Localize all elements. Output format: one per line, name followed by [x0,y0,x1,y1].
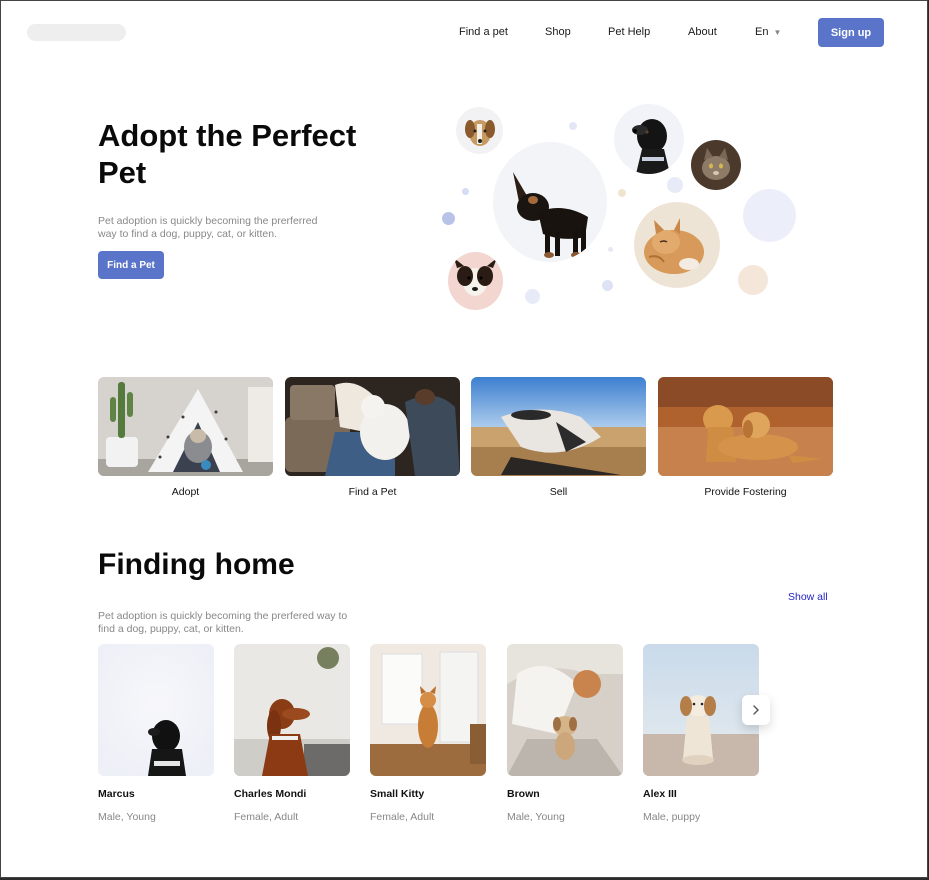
category-label-provide-fostering: Provide Fostering [704,486,787,498]
hero-subtitle: Pet adoption is quickly becoming the pre… [98,215,318,240]
decor-dot [618,189,626,197]
language-selector[interactable]: En ▼ [755,26,781,38]
caret-down-icon: ▼ [773,28,782,37]
section-title: Finding home [98,548,295,581]
pet-meta: Male, puppy [643,811,701,823]
pet-name[interactable]: Marcus [98,788,135,800]
pet-meta: Female, Adult [370,811,435,823]
category-card-sell[interactable] [471,377,646,476]
hero-pet-bubble [456,107,503,154]
pet-card-image[interactable] [370,644,486,776]
pet-name[interactable]: Brown [507,788,540,800]
hero-pet-bubble [634,202,720,288]
pet-card-image[interactable] [234,644,350,776]
language-label: En [755,26,769,38]
category-label-adopt: Adopt [171,486,200,498]
pet-name[interactable]: Charles Mondi [234,788,306,800]
decor-dot [462,188,469,195]
category-label-find-a-pet: Find a Pet [348,486,397,498]
pet-name[interactable]: Small Kitty [370,788,424,800]
decor-dot [442,212,455,225]
pet-meta: Female, Adult [234,811,299,823]
hero-pet-bubble [493,142,607,262]
page: Find a pet Shop Pet Help About En ▼ Sign … [0,0,928,878]
nav-shop[interactable]: Shop [545,26,571,38]
chevron-right-icon [753,705,759,715]
signup-button[interactable]: Sign up [818,18,884,47]
pet-card-image[interactable] [507,644,623,776]
decor-dot [743,189,796,242]
category-card-adopt[interactable] [98,377,273,476]
carousel-next-button[interactable] [742,695,770,725]
decor-dot [608,247,613,252]
decor-dot [525,289,540,304]
nav-about[interactable]: About [688,26,717,38]
hero-pet-bubble [614,104,684,174]
find-a-pet-button[interactable]: Find a Pet [98,251,164,279]
hero-title: Adopt the Perfect Pet [98,118,357,190]
section-subtitle: Pet adoption is quickly becoming the pre… [98,610,348,635]
logo-placeholder[interactable] [27,24,126,41]
show-all-link[interactable]: Show all [788,591,828,603]
nav-pet-help[interactable]: Pet Help [608,26,650,38]
category-label-sell: Sell [549,486,568,498]
pet-meta: Male, Young [98,811,156,823]
pet-meta: Male, Young [507,811,565,823]
hero-pet-bubble [691,140,741,190]
pet-name[interactable]: Alex III [643,788,677,800]
decor-dot [738,265,768,295]
decor-dot [667,177,683,193]
pet-card-image[interactable] [98,644,214,776]
nav-find-a-pet[interactable]: Find a pet [459,26,508,38]
category-card-find-a-pet[interactable] [285,377,460,476]
hero-pet-bubble [448,252,503,310]
decor-dot [569,122,577,130]
decor-dot [602,280,613,291]
category-card-provide-fostering[interactable] [658,377,833,476]
